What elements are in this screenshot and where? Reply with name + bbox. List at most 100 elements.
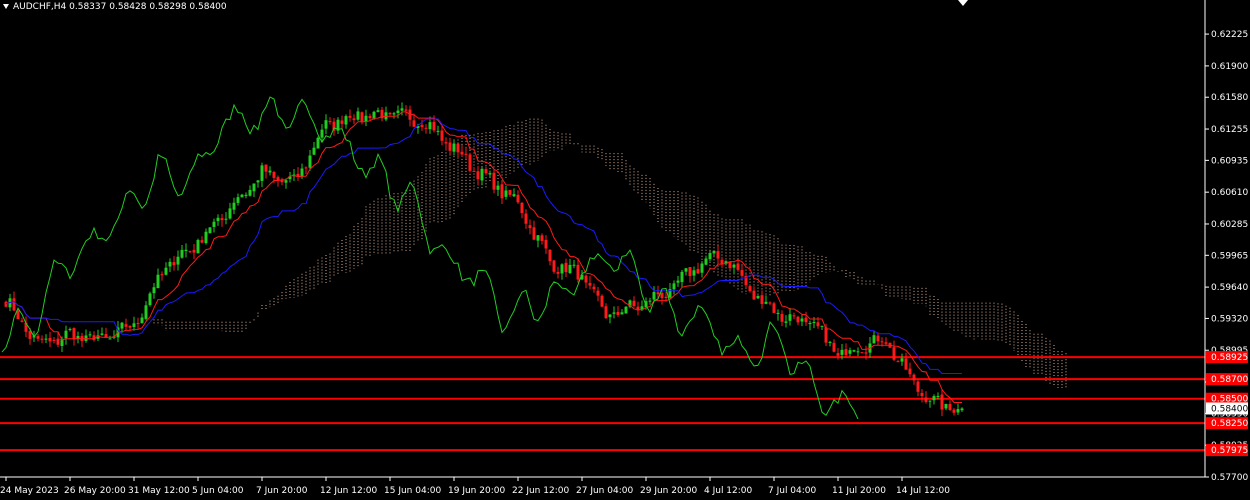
- candle-body: [848, 350, 852, 354]
- candle-body: [272, 172, 276, 178]
- price-tick-label: 0.59320: [1211, 314, 1248, 324]
- candle-body: [476, 171, 480, 180]
- candle-body: [872, 335, 876, 344]
- candle-body: [84, 335, 88, 341]
- candle-body: [792, 315, 796, 317]
- time-tick-label: 12 Jun 12:00: [320, 486, 377, 496]
- candle-body: [464, 153, 468, 155]
- candle-body: [752, 290, 756, 300]
- candle-body: [688, 267, 692, 277]
- candle-body: [120, 322, 124, 329]
- level-price-label: 0.58700: [1211, 375, 1248, 385]
- candle-body: [736, 263, 740, 270]
- candle-body: [572, 264, 576, 266]
- candle-body: [816, 322, 820, 327]
- chart-window[interactable]: 0.62225 0.61900 0.61580 0.61255 0.60935 0.606…: [0, 0, 1250, 500]
- candle-body: [208, 227, 212, 234]
- price-tick-label: 0.60935: [1211, 156, 1248, 166]
- candle-body: [876, 335, 880, 342]
- price-tick-label: 0.61580: [1211, 93, 1248, 103]
- candle-body: [364, 115, 368, 122]
- candle-body: [400, 108, 404, 111]
- candle-body: [260, 165, 264, 181]
- dropdown-triangle-icon[interactable]: [3, 4, 9, 9]
- candle-body: [648, 300, 652, 302]
- candle-body: [568, 264, 572, 274]
- candle-body: [360, 112, 364, 123]
- candle-body: [376, 110, 380, 112]
- candle-body: [348, 115, 352, 118]
- candle-body: [552, 260, 556, 272]
- candle-body: [76, 335, 80, 339]
- candle-body: [368, 116, 372, 119]
- candle-body: [680, 271, 684, 283]
- candle-body: [248, 189, 252, 196]
- candle-body: [100, 333, 104, 335]
- candle-body: [480, 168, 484, 181]
- candle-body: [884, 342, 888, 344]
- candle-body: [504, 190, 508, 197]
- candle-body: [228, 208, 232, 219]
- candle-body: [860, 352, 864, 354]
- candle-body: [632, 300, 636, 306]
- candle-body: [960, 408, 964, 411]
- candle-body: [444, 142, 448, 144]
- ohlc-open: 0.58337: [69, 2, 107, 12]
- candle-body: [812, 322, 816, 324]
- candle-body: [320, 129, 324, 138]
- candle-body: [156, 274, 160, 289]
- candle-body: [664, 296, 668, 299]
- candle-body: [388, 112, 392, 115]
- candle-body: [892, 347, 896, 360]
- candle-body: [128, 325, 132, 328]
- candle-body: [220, 218, 224, 221]
- candle-body: [764, 301, 768, 304]
- candle-body: [16, 310, 20, 320]
- time-tick-label: 19 Jun 20:00: [448, 486, 505, 496]
- level-price-label: 0.57975: [1211, 446, 1248, 456]
- candle-body: [620, 312, 624, 315]
- candle-body: [196, 240, 200, 254]
- candle-body: [760, 295, 764, 305]
- candle-body: [240, 194, 244, 198]
- ohlc-close: 0.58400: [189, 2, 227, 12]
- time-tick-label: 11 Jul 20:00: [832, 486, 886, 496]
- candle-body: [340, 120, 344, 124]
- candle-body: [948, 404, 952, 410]
- price-chart[interactable]: 0.62225 0.61900 0.61580 0.61255 0.60935 0.606…: [0, 0, 1250, 500]
- current-price-label: 0.58400: [1211, 404, 1248, 414]
- chart-header: AUDCHF,H4 0.58337 0.58428 0.58298 0.5840…: [3, 2, 227, 14]
- candle-body: [592, 286, 596, 290]
- candle-body: [428, 122, 432, 130]
- candle-body: [312, 147, 316, 155]
- candle-body: [776, 312, 780, 314]
- candle-body: [252, 183, 256, 192]
- candle-body: [168, 261, 172, 267]
- candle-body: [660, 292, 664, 299]
- time-tick-label: 7 Jul 04:00: [768, 486, 817, 496]
- candle-body: [916, 381, 920, 392]
- candle-body: [296, 173, 300, 177]
- candle-body: [344, 116, 348, 125]
- candle-body: [300, 168, 304, 177]
- price-tick-label: 0.62225: [1211, 30, 1248, 40]
- candle-body: [788, 314, 792, 321]
- candle-body: [588, 282, 592, 286]
- candle-body: [808, 322, 812, 324]
- candle-body: [356, 111, 360, 120]
- time-tick-label: 26 May 20:00: [64, 486, 126, 496]
- candle-body: [392, 113, 396, 115]
- candle-body: [180, 249, 184, 258]
- candle-body: [284, 180, 288, 183]
- candle-body: [928, 400, 932, 402]
- candle-body: [836, 353, 840, 356]
- candle-body: [236, 197, 240, 203]
- chart-shift-marker-icon[interactable]: [958, 0, 968, 6]
- candle-body: [596, 290, 600, 296]
- candle-body: [172, 262, 176, 266]
- candle-body: [432, 121, 436, 131]
- chikou-span-line: [1, 96, 859, 420]
- candle-body: [672, 283, 676, 290]
- candle-body: [584, 275, 588, 283]
- candle-body: [352, 118, 356, 121]
